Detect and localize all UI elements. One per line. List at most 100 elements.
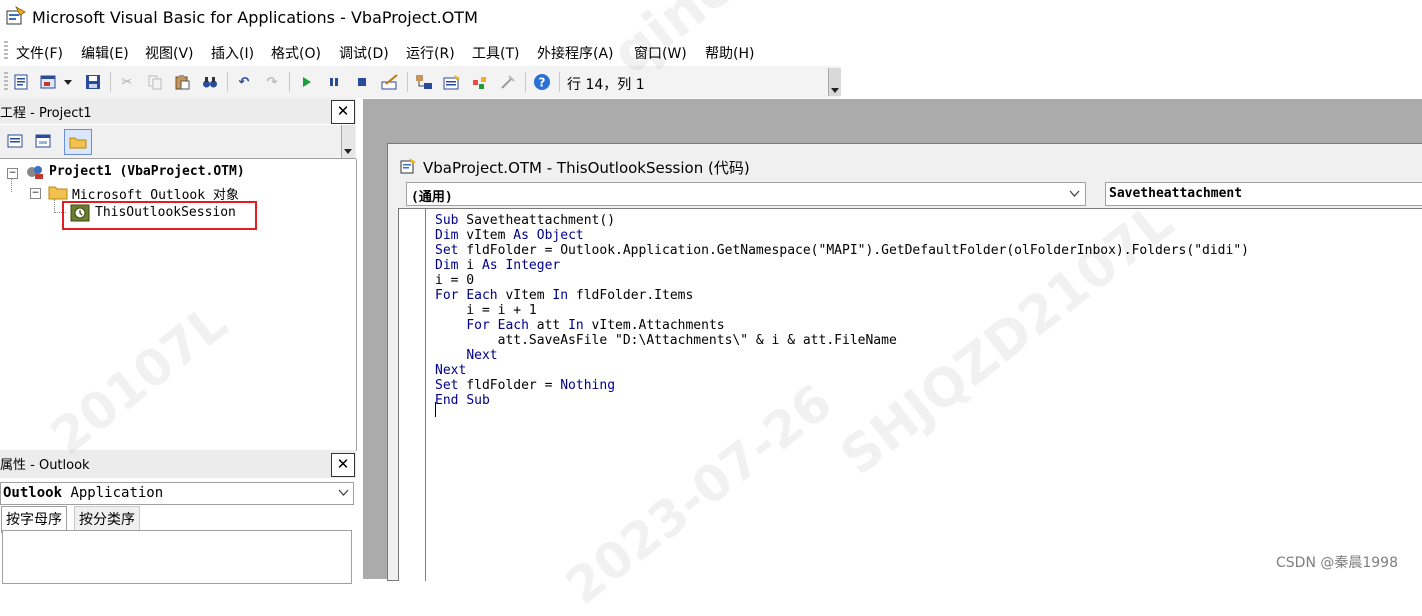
break-icon[interactable] [325,73,343,91]
menu-insert[interactable]: 插入(I) [211,43,254,63]
code-keyword: Sub [435,213,459,228]
code-line[interactable] [435,408,1249,423]
code-window: VbaProject.OTM - ThisOutlookSession (代码)… [387,143,1422,581]
toolbar-grip[interactable] [4,72,8,92]
tab-categorized[interactable]: 按分类序 [74,506,140,533]
tab-alphabetic[interactable]: 按字母序 [1,506,67,533]
menu-format[interactable]: 格式(O) [271,43,321,63]
code-line[interactable]: For Each att In vItem.Attachments [435,318,1249,333]
save-icon[interactable] [84,73,102,91]
menu-tools[interactable]: 工具(T) [472,43,519,63]
project-pane-title: 工程 - Project1 [0,106,92,121]
design-mode-icon[interactable] [381,73,399,91]
menu-run[interactable]: 运行(R) [406,43,455,63]
menu-bar-grip[interactable] [4,41,8,61]
menu-view[interactable]: 视图(V) [145,43,194,63]
window-title: Microsoft Visual Basic for Applications … [32,8,478,27]
toggle-folders-icon[interactable] [64,129,92,155]
reset-icon[interactable] [353,73,371,91]
close-icon: ✕ [336,455,350,473]
collapse-folder-icon[interactable]: − [30,188,41,199]
code-token: att.SaveAsFile "D:\Attachments\" & i & a… [435,333,897,348]
project-pane-close-button[interactable]: ✕ [331,100,355,124]
paste-icon[interactable] [173,73,191,91]
vba-project-icon [27,166,43,179]
properties-object-select[interactable]: Outlook Application [0,482,354,505]
code-token: vItem [497,288,553,303]
code-token: fldFolder.Items [568,288,694,303]
toolbar-overflow-button[interactable] [828,68,841,96]
code-token: att [528,318,569,333]
code-line[interactable]: Dim vItem As Object [435,228,1249,243]
copy-icon[interactable] [146,73,164,91]
code-keyword: Nothing [560,378,616,393]
toolbar-separator [525,72,526,92]
menu-addins[interactable]: 外接程序(A) [537,43,614,63]
menu-window[interactable]: 窗口(W) [634,43,687,63]
properties-pane-close-button[interactable]: ✕ [331,453,355,477]
code-line[interactable]: Set fldFolder = Nothing [435,378,1249,393]
cut-icon[interactable]: ✂ [118,73,136,91]
svg-text:?: ? [539,76,546,90]
tree-project-root[interactable]: Project1 (VbaProject.OTM) [49,164,245,179]
project-toolbar-overflow[interactable] [341,125,355,158]
project-explorer-icon[interactable] [415,73,433,91]
code-line[interactable]: i = 0 [435,273,1249,288]
chevron-down-icon [1069,190,1080,197]
properties-grid[interactable] [2,530,352,584]
toolbar-separator [559,72,560,92]
menu-debug[interactable]: 调试(D) [339,43,389,63]
code-keyword: In [568,318,584,333]
insert-module-icon[interactable] [40,73,58,91]
object-combo[interactable]: (通用) [406,182,1086,206]
code-keyword: Each [466,288,498,303]
code-keyword: Object [536,228,584,243]
toolbox-icon[interactable] [499,73,517,91]
code-line[interactable]: For Each vItem In fldFolder.Items [435,288,1249,303]
properties-object-name: Outlook [3,485,63,501]
code-line[interactable]: att.SaveAsFile "D:\Attachments\" & i & a… [435,333,1249,348]
run-icon[interactable] [297,73,315,91]
tree-item-this-outlook-session[interactable]: ThisOutlookSession [95,205,236,220]
redo-icon[interactable]: ↷ [263,73,281,91]
code-keyword: Next [466,348,498,363]
insert-dropdown-icon[interactable] [62,73,74,91]
code-margin-indicator-bar[interactable] [399,209,426,581]
folder-icon [48,186,68,200]
view-code-icon[interactable] [4,131,26,151]
menu-edit[interactable]: 编辑(E) [81,43,129,63]
view-object-icon[interactable] [32,131,54,151]
procedure-combo[interactable]: Savetheattachment [1105,182,1422,206]
properties-icon[interactable] [443,73,461,91]
code-line[interactable]: End Sub [435,393,1249,408]
procedure-combo-value: Savetheattachment [1109,186,1243,201]
code-editor[interactable]: Sub Savetheattachment() Dim vItem As Obje… [398,208,1422,581]
view-host-icon[interactable] [12,73,30,91]
find-icon[interactable] [201,73,219,91]
standard-toolbar: ✂ ↶ ↷ ? 行 14，列 1 [0,66,841,98]
code-line[interactable]: Next [435,348,1249,363]
code-line[interactable]: Sub Savetheattachment() [435,213,1249,228]
code-text[interactable]: Sub Savetheattachment() Dim vItem As Obje… [435,213,1249,423]
code-line[interactable]: Set fldFolder = Outlook.Application.GetN… [435,243,1249,258]
code-line[interactable]: i = i + 1 [435,303,1249,318]
object-browser-icon[interactable] [471,73,489,91]
code-token: Savetheattachment() [458,213,616,228]
toolbar-separator [407,72,408,92]
code-line[interactable]: Dim i As Integer [435,258,1249,273]
title-bar: Microsoft Visual Basic for Applications … [0,0,1422,36]
code-token: fldFolder = [458,378,561,393]
code-keyword: For [466,318,490,333]
help-icon[interactable]: ? [533,73,551,91]
tree-line [11,178,13,192]
undo-icon[interactable]: ↶ [235,73,253,91]
menu-file[interactable]: 文件(F) [16,43,63,63]
cursor-position: 行 14，列 1 [567,77,645,93]
project-pane-toolbar [0,125,356,159]
menu-help[interactable]: 帮助(H) [705,43,754,63]
code-line[interactable]: Next [435,363,1249,378]
code-token: fldFolder = Outlook.Application.GetNames… [458,243,1249,258]
